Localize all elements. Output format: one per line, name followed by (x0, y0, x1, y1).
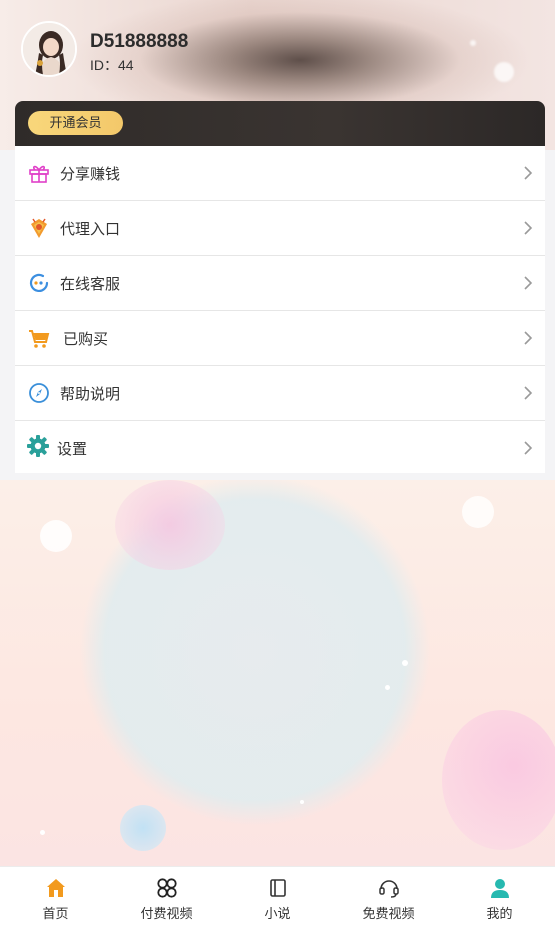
menu-list: 分享赚钱 代理入口 在线客服 已购买 帮助说明 设置 (15, 146, 545, 473)
tab-paid-video[interactable]: 付费视频 (111, 867, 222, 927)
avatar[interactable] (21, 21, 77, 77)
chevron-right-icon (524, 331, 533, 345)
vip-bar: 开通会员 (15, 101, 545, 146)
menu-item-label: 帮助说明 (60, 386, 121, 403)
user-id: ID：44 (90, 57, 134, 73)
decor-bubble (115, 480, 225, 570)
decor-bubble (462, 496, 494, 528)
menu-item-label: 代理入口 (60, 221, 121, 238)
decor-sparkle (300, 800, 304, 804)
username: D51888888 (90, 31, 189, 52)
open-membership-button[interactable]: 开通会员 (28, 111, 123, 135)
tab-label: 免费视频 (362, 906, 415, 921)
grid-circles-icon (156, 878, 177, 898)
user-icon (490, 879, 509, 898)
menu-item-online-service[interactable]: 在线客服 (15, 256, 545, 311)
menu-item-settings[interactable]: 设置 (15, 421, 545, 473)
tab-label: 付费视频 (140, 906, 193, 921)
tab-mine[interactable]: 我的 (444, 867, 555, 927)
bokeh-dot (494, 62, 514, 82)
avatar-image (23, 23, 75, 75)
chevron-right-icon (524, 276, 533, 290)
chevron-right-icon (524, 386, 533, 400)
bokeh-dot (470, 40, 476, 46)
gift-icon (29, 165, 49, 183)
menu-item-label: 已购买 (63, 331, 109, 348)
menu-item-purchased[interactable]: 已购买 (15, 311, 545, 366)
chevron-right-icon (524, 166, 533, 180)
chevron-right-icon (524, 221, 533, 235)
decor-sparkle (402, 660, 408, 666)
decor-bubble (442, 710, 555, 850)
decor-bubble (120, 805, 166, 851)
tab-label: 小说 (264, 906, 291, 921)
menu-item-label: 分享赚钱 (60, 166, 121, 183)
home-icon (46, 879, 65, 897)
menu-item-share-earn[interactable]: 分享赚钱 (15, 146, 545, 201)
tab-label: 我的 (486, 906, 513, 921)
decorative-background (0, 480, 555, 870)
gear-icon (27, 435, 49, 457)
decor-sparkle (40, 830, 45, 835)
decor-sparkle (385, 685, 390, 690)
menu-item-label: 在线客服 (60, 276, 121, 293)
book-icon (269, 879, 286, 897)
customer-service-icon (29, 273, 49, 292)
tab-label: 首页 (42, 906, 69, 921)
shopping-cart-icon (29, 330, 50, 348)
help-compass-icon (29, 383, 49, 403)
decor-bubble (40, 520, 72, 552)
menu-item-label: 设置 (57, 441, 88, 458)
chevron-right-icon (524, 441, 533, 455)
agent-badge-icon (31, 218, 47, 238)
menu-item-help[interactable]: 帮助说明 (15, 366, 545, 421)
tab-novel[interactable]: 小说 (222, 867, 333, 927)
bottom-tab-bar: 首页 付费视频 小说 免费视频 我的 (0, 866, 555, 927)
menu-item-agent-entry[interactable]: 代理入口 (15, 201, 545, 256)
tab-home[interactable]: 首页 (0, 867, 111, 927)
tab-free-video[interactable]: 免费视频 (333, 867, 444, 927)
headset-icon (378, 880, 399, 898)
